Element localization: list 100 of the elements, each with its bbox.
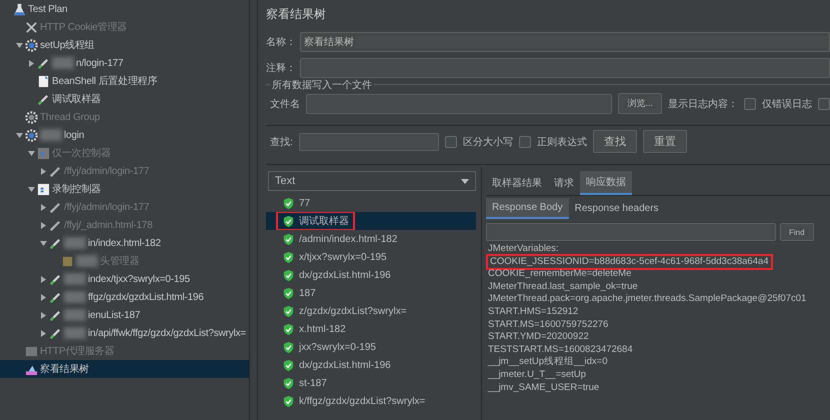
flask-icon [13, 2, 26, 16]
tree-item[interactable]: 录制控制器 [0, 180, 249, 198]
result-label: /admin/index.html-182 [299, 234, 398, 244]
shield-check-icon [282, 340, 295, 354]
pipette-icon [49, 218, 62, 232]
result-item[interactable]: x.html-182 [266, 320, 476, 338]
caret-right-icon[interactable] [40, 312, 46, 318]
tab[interactable]: 响应数据 [580, 171, 632, 195]
shield-check-icon [282, 322, 295, 336]
checkbox[interactable] [518, 136, 531, 148]
response-line: JMeterVariables: [487, 243, 560, 256]
filename-field[interactable] [306, 94, 612, 114]
caret-down-icon[interactable] [40, 240, 46, 246]
search-label: 查找: [270, 136, 293, 148]
tree-item[interactable]: ienuList-187 [0, 306, 249, 324]
caret-right-icon[interactable] [40, 276, 46, 282]
caret-right-icon[interactable] [40, 294, 46, 300]
caret-right-icon[interactable] [40, 330, 46, 336]
search-field[interactable] [298, 132, 439, 150]
response-line: JMeterThread.last_sample_ok=true [487, 280, 639, 294]
caret-down-icon [461, 178, 469, 184]
response-line: JMeterThread.pack=org.apache.jmeter.threads.SamplePackage@25f07c01 [487, 293, 808, 306]
result-item[interactable]: st-187 [266, 374, 476, 392]
shield-check-icon [282, 286, 295, 300]
tree-item-label: Test Plan [28, 4, 68, 14]
tree-item[interactable]: Test Plan [0, 0, 249, 18]
result-item[interactable]: /admin/index.html-182 [266, 230, 476, 248]
tree-item-label: BeanShell 后置处理程序 [52, 74, 158, 88]
tree-item[interactable]: login [0, 126, 249, 144]
tree-item-label: /ffyj/admin/login-177 [64, 166, 150, 176]
response-line: START.YMD=20200922 [487, 331, 590, 344]
shield-check-icon [282, 376, 295, 390]
tree-item[interactable]: n/login-177 [0, 54, 249, 72]
search-button[interactable]: 查找 [592, 130, 637, 153]
shield-check-icon [282, 232, 295, 246]
result-item[interactable]: jxx?swrylx=0-195 [266, 338, 476, 356]
result-label: z/gzdx/gzdxList?swrylx= [299, 306, 407, 316]
result-item[interactable]: 187 [266, 284, 476, 302]
tree-item-label: n/login-177 [76, 58, 124, 68]
tree-item-label: in/index.html-182 [88, 238, 161, 248]
result-item[interactable]: k/ffgz/gzdx/gzdxList?swrylx= [266, 392, 476, 410]
tree-item[interactable]: 调试取样器 [0, 90, 249, 108]
result-label: k/ffgz/gzdx/gzdxList?swrylx= [299, 396, 426, 406]
pipette-icon [49, 290, 62, 304]
browse-button[interactable]: 浏览... [618, 93, 662, 114]
comment-field[interactable] [300, 58, 830, 78]
tree-item[interactable]: BeanShell 后置处理程序 [0, 72, 249, 90]
tree-item-label: HTTP代理服务器 [40, 345, 114, 358]
find-field[interactable] [486, 223, 776, 241]
tree-item-label: /ffyj/_admin.html-178 [64, 220, 152, 230]
result-item[interactable]: dx/gzdxList.html-196 [266, 356, 476, 374]
checkbox[interactable] [444, 136, 457, 148]
gear-icon [25, 128, 38, 142]
tab[interactable]: Response Body [486, 198, 569, 219]
result-label: jxx?swrylx=0-195 [299, 342, 376, 352]
caret-right-icon[interactable] [28, 60, 34, 66]
gear-icon [25, 110, 38, 124]
pipette-icon [49, 164, 62, 178]
response-line: __jm__setUp线程组__idx=0 [486, 356, 609, 369]
pipette-icon [49, 272, 62, 286]
name-field[interactable]: 察看结果树 [300, 32, 830, 52]
tree-item[interactable]: ffgz/gzdx/gzdxList.html-196 [0, 288, 249, 306]
tree-item-label: 调试取样器 [52, 92, 102, 106]
reset-button[interactable]: 重置 [642, 130, 687, 153]
tab[interactable]: Response headers [568, 198, 665, 219]
checkbox[interactable] [744, 98, 756, 110]
tree-item-label: ienuList-187 [88, 310, 140, 320]
caret-down-icon[interactable] [16, 132, 22, 138]
tree-item[interactable]: in/api/ffwk/ffgz/gzdx/gzdxList?swrylx= [0, 324, 249, 342]
tree-item[interactable]: index/tjxx?swrylx=0-195 [0, 270, 249, 288]
pipette-icon [49, 236, 62, 250]
tab[interactable]: 请求 [548, 171, 580, 195]
field-label: 注释： [266, 62, 297, 75]
find-button[interactable]: Find [780, 223, 814, 241]
caret-down-icon[interactable] [16, 42, 22, 48]
result-item[interactable]: z/gzdx/gzdxList?swrylx= [266, 302, 476, 320]
tree-item[interactable]: 察看结果树 [0, 360, 249, 378]
shield-check-icon [282, 196, 295, 210]
result-label: dx/gzdxList.html-196 [299, 270, 391, 280]
renderer-dropdown[interactable]: Text [268, 171, 476, 191]
tree-item-label: in/api/ffwk/ffgz/gzdx/gzdxList?swrylx= [88, 328, 246, 338]
tree-item[interactable]: in/index.html-182 [0, 234, 249, 252]
tab[interactable]: 取样器结果 [486, 171, 548, 195]
server-icon [25, 344, 38, 358]
response-line: START.HMS=152912 [487, 306, 580, 319]
result-item[interactable]: x/tjxx?swrylx=0-195 [266, 248, 476, 266]
result-label: dx/gzdxList.html-196 [299, 360, 391, 370]
tree-item[interactable]: setUp线程组 [0, 36, 249, 54]
checkbox[interactable] [818, 98, 830, 110]
response-line: __jmv_SAME_USER=true [486, 382, 600, 394]
panel-title: 察看结果树 [266, 6, 327, 23]
result-item[interactable]: 调试取样器 [266, 212, 476, 230]
log-label: 显示日志内容： [668, 98, 738, 110]
result-item[interactable]: dx/gzdxList.html-196 [266, 266, 476, 284]
result-label: x.html-182 [299, 324, 346, 334]
shield-check-icon [282, 358, 295, 372]
pipette-icon [37, 56, 50, 70]
result-item[interactable]: 77 [266, 194, 476, 212]
result-label: x/tjxx?swrylx=0-195 [299, 252, 387, 262]
caret-down-icon[interactable] [28, 186, 34, 192]
